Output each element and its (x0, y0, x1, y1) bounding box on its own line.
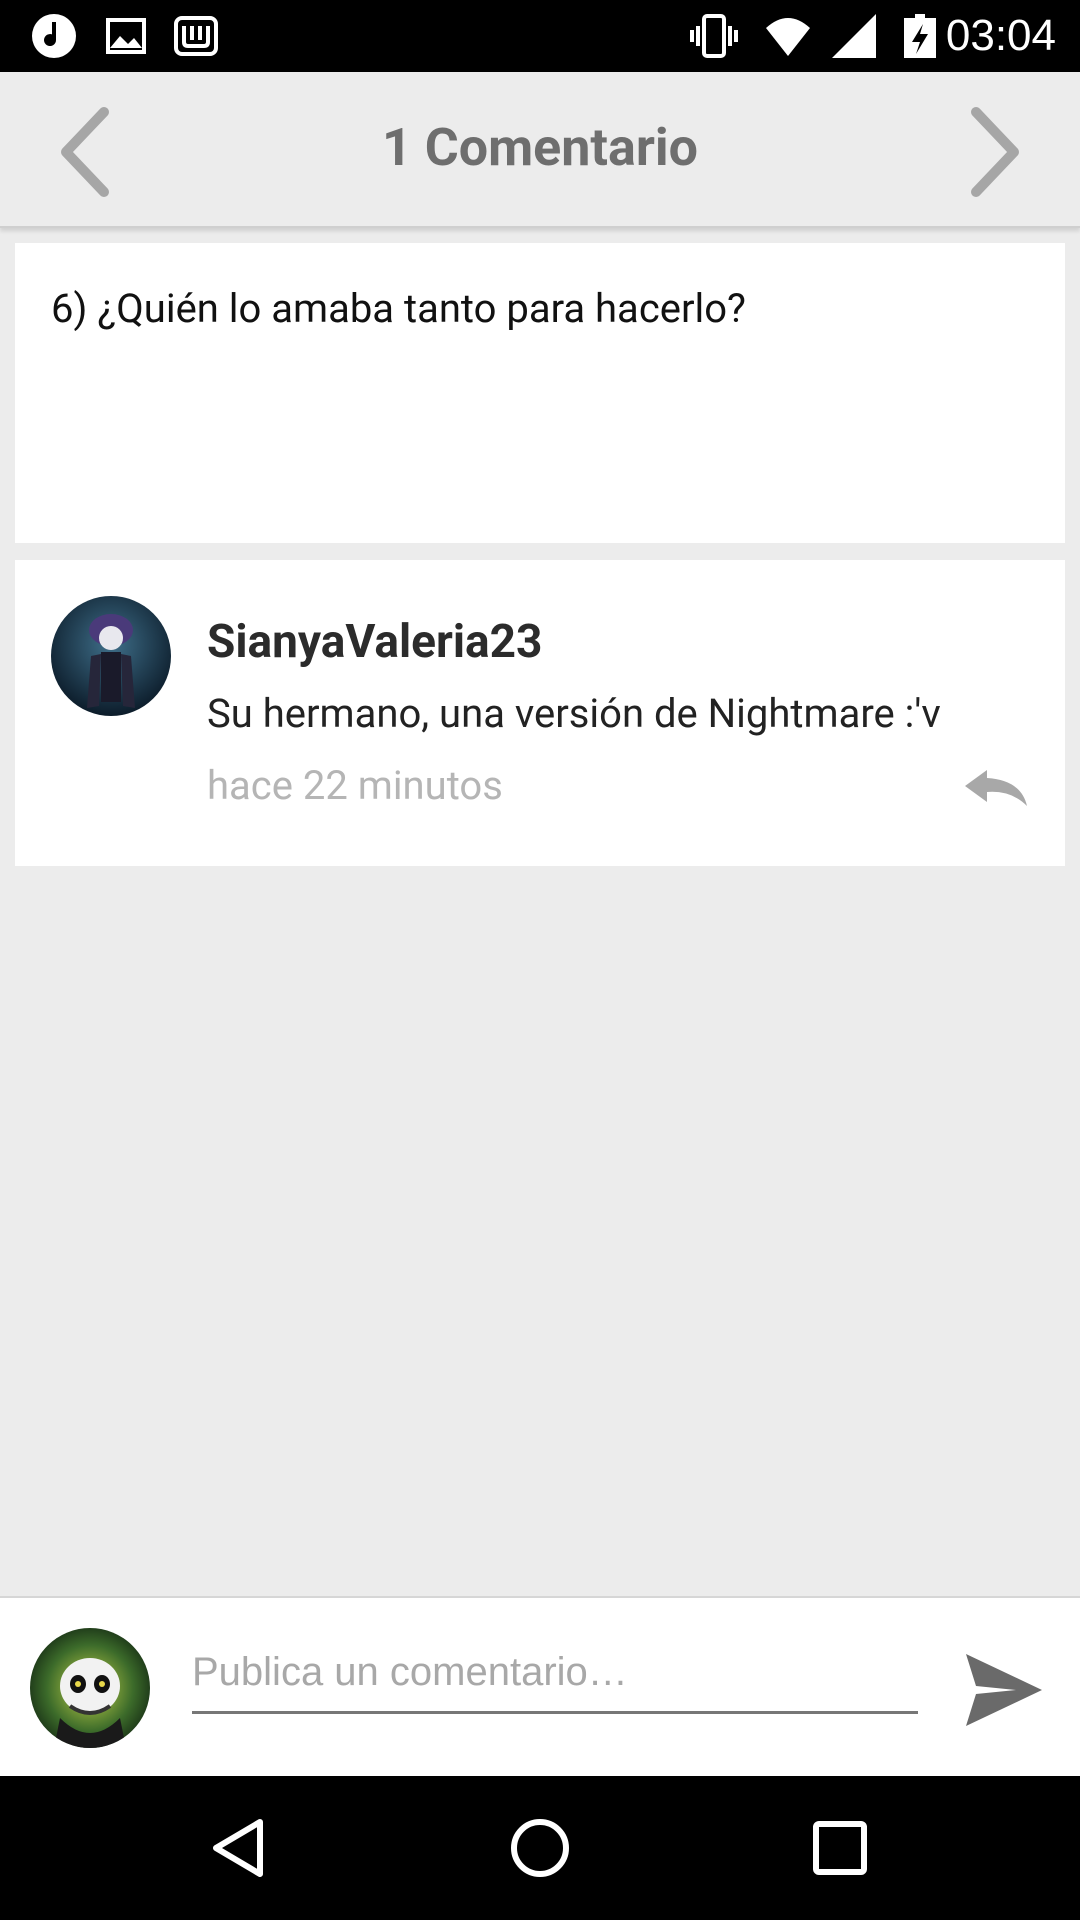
send-button[interactable] (962, 1648, 1046, 1732)
wifi-icon (766, 18, 810, 56)
status-time: 03:04 (945, 11, 1056, 60)
music-note-icon (32, 14, 76, 58)
page-title: 1 Comentario (382, 117, 698, 178)
comment-timestamp: hace 22 minutos (207, 762, 503, 809)
avatar[interactable] (51, 596, 171, 716)
image-icon (106, 18, 146, 54)
reply-icon[interactable] (963, 766, 1031, 810)
home-icon[interactable] (504, 1812, 576, 1884)
comment-text: Su hermano, una versión de Nightmare :'v (207, 690, 941, 737)
back-icon[interactable] (204, 1812, 276, 1884)
next-arrow-icon[interactable] (952, 104, 1032, 200)
comment-composer (0, 1596, 1080, 1776)
avatar (30, 1628, 150, 1748)
vibrate-icon (690, 14, 738, 58)
battery-charging-icon (904, 14, 936, 58)
comment-input[interactable] (192, 1634, 918, 1714)
comment-item: SianyaValeria23 Su hermano, una versión … (15, 560, 1065, 866)
signal-icon (832, 14, 876, 58)
app-bar: 1 Comentario (0, 72, 1080, 228)
comment-author[interactable]: SianyaValeria23 (207, 614, 542, 670)
post-card: 6) ¿Quién lo amaba tanto para hacerlo? (15, 243, 1065, 543)
recent-apps-icon[interactable] (804, 1812, 876, 1884)
status-bar: 03:04 (0, 0, 1080, 72)
system-navigation-bar (0, 1776, 1080, 1920)
post-text: 6) ¿Quién lo amaba tanto para hacerlo? (51, 285, 746, 332)
wattpad-icon (174, 16, 218, 56)
